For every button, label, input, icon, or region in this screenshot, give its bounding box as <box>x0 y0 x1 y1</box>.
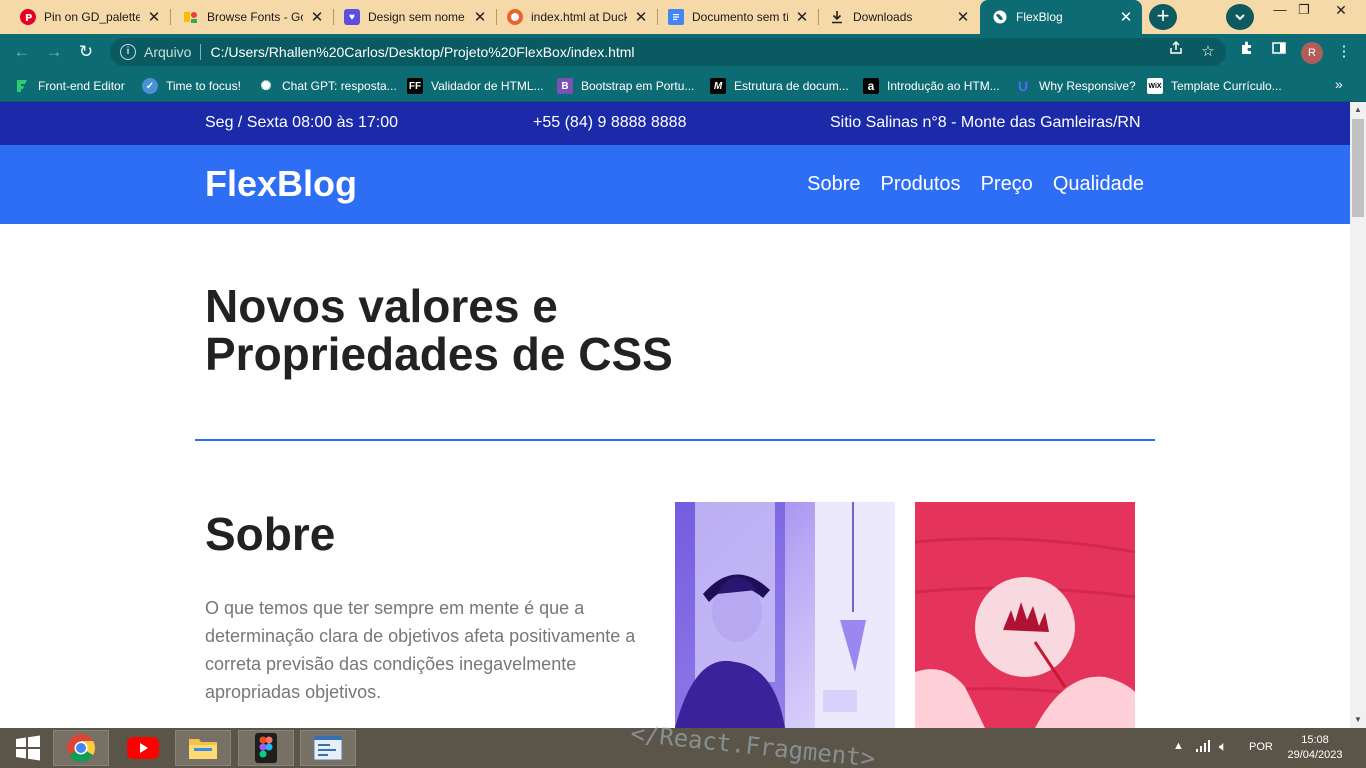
close-icon[interactable]: ✕ <box>309 8 325 26</box>
tab-google-fonts[interactable]: Browse Fonts - Go ✕ <box>171 0 333 34</box>
tab-downloads[interactable]: Downloads ✕ <box>819 0 979 34</box>
info-icon[interactable]: i <box>120 44 136 60</box>
start-button[interactable] <box>0 730 56 766</box>
browser-toolbar: ← → ↻ i Arquivo C:/Users/Rhallen%20Carlo… <box>0 34 1366 70</box>
tab-github[interactable]: index.html at Duck ✕ <box>497 0 657 34</box>
site-logo[interactable]: FlexBlog <box>205 163 357 205</box>
scroll-thumb[interactable] <box>1352 119 1364 217</box>
pinterest-icon: P <box>20 9 36 25</box>
file-explorer-icon[interactable] <box>175 730 231 766</box>
bookmark-why-responsive[interactable]: U Why Responsive? <box>1015 76 1136 96</box>
code-editor-icon[interactable] <box>300 730 356 766</box>
nav-link-sobre[interactable]: Sobre <box>807 173 860 196</box>
bookmark-time-to-focus[interactable]: ✓ Time to focus! <box>142 76 241 96</box>
canva-heart-icon: ♥ <box>344 9 360 25</box>
bootstrap-icon: B <box>557 78 573 94</box>
extensions-icon[interactable] <box>1235 40 1259 64</box>
u-icon: U <box>1017 78 1029 94</box>
tab-search-button[interactable] <box>1226 4 1254 30</box>
youtube-icon[interactable] <box>115 730 171 766</box>
address-text: Sitio Salinas n°8 - Monte das Gamleiras/… <box>830 114 1141 131</box>
close-icon[interactable]: ✕ <box>1118 8 1134 26</box>
close-icon[interactable]: ✕ <box>472 8 488 26</box>
top-info-bar: Seg / Sexta 08:00 às 17:00 +55 (84) 9 88… <box>0 102 1350 145</box>
menu-kebab-icon[interactable]: ⋮ <box>1332 40 1356 64</box>
mdn-icon: M <box>710 78 726 94</box>
bookmark-estrutura-documento[interactable]: M Estrutura de docum... <box>710 76 849 96</box>
close-window-button[interactable]: ✕ <box>1326 0 1356 34</box>
google-docs-icon <box>668 9 684 25</box>
chrome-icon[interactable] <box>53 730 109 766</box>
address-url[interactable]: C:/Users/Rhallen%20Carlos/Desktop/Projet… <box>210 44 634 60</box>
main-nav: Sobre Produtos Preço Qualidade <box>807 173 1144 196</box>
bookmark-front-end-editor[interactable]: Front-end Editor <box>14 76 125 96</box>
google-fonts-icon <box>183 9 199 25</box>
ff-icon: FF <box>407 78 423 94</box>
share-icon[interactable] <box>1164 40 1188 64</box>
close-icon[interactable]: ✕ <box>633 8 649 26</box>
bookmark-template-curriculo[interactable]: WiX Template Currículo... <box>1147 76 1282 96</box>
photo-hand-painting-plate <box>915 502 1135 728</box>
wix-icon: WiX <box>1147 78 1163 94</box>
download-icon <box>829 9 845 25</box>
reload-icon[interactable]: ↻ <box>74 40 98 64</box>
business-hours: Seg / Sexta 08:00 às 17:00 <box>205 114 399 131</box>
section-divider <box>195 439 1155 441</box>
bookmark-chat-gpt[interactable]: ✺ Chat GPT: resposta... <box>258 76 397 96</box>
bookmarks-bar: Front-end Editor ✓ Time to focus! ✺ Chat G… <box>0 70 1366 102</box>
page-scrollbar[interactable]: ▲ ▼ <box>1350 102 1366 728</box>
about-title: Sobre <box>205 508 336 560</box>
scroll-up-arrow-icon[interactable]: ▲ <box>1350 102 1366 118</box>
close-icon[interactable]: ✕ <box>794 8 810 26</box>
github-icon <box>507 9 523 25</box>
tab-strip: P Pin on GD_palette ✕ Browse Fonts - Go … <box>0 0 1366 34</box>
address-bar[interactable]: i Arquivo C:/Users/Rhallen%20Carlos/Desk… <box>110 38 1226 66</box>
tray-overflow-icon[interactable]: ▲ <box>1173 740 1184 752</box>
nav-link-preco[interactable]: Preço <box>981 173 1033 196</box>
check-circle-icon: ✓ <box>142 78 158 94</box>
nav-link-produtos[interactable]: Produtos <box>881 173 961 196</box>
windows-taskbar: </React.Fragment> ▲ 🔈︎ POR 15:08 29/04/2… <box>0 719 1366 768</box>
restore-button[interactable]: ❐ <box>1289 0 1319 34</box>
page-viewport: Seg / Sexta 08:00 às 17:00 +55 (84) 9 88… <box>0 102 1350 728</box>
tab-flexblog[interactable]: FlexBlog ✕ <box>980 0 1142 34</box>
about-text: O que temos que ter sempre em mente é qu… <box>205 598 636 702</box>
hero-title: Novos valores e Propriedades de CSS <box>205 280 673 380</box>
star-icon[interactable]: ☆ <box>1196 40 1220 64</box>
tab-pinterest[interactable]: P Pin on GD_palette ✕ <box>0 0 170 34</box>
tab-canva[interactable]: ♥ Design sem nome ✕ <box>334 0 496 34</box>
volume-icon[interactable]: 🔈︎ <box>1219 738 1227 755</box>
phone-number: +55 (84) 9 8888 8888 <box>533 114 687 131</box>
network-icon[interactable] <box>1195 740 1211 755</box>
language-indicator[interactable]: POR <box>1249 741 1273 753</box>
alura-icon: a <box>863 78 879 94</box>
site-header: FlexBlog Sobre Produtos Preço Qualidade <box>0 145 1350 224</box>
photo-woman-with-hat <box>675 502 895 728</box>
chatgpt-icon: ✺ <box>260 78 272 93</box>
address-scheme: Arquivo <box>144 44 192 60</box>
back-arrow-icon[interactable]: ← <box>10 40 34 64</box>
close-icon[interactable]: ✕ <box>146 8 162 26</box>
bookmark-validador-html[interactable]: FF Validador de HTML... <box>407 76 544 96</box>
svg-text:P: P <box>25 13 32 22</box>
clock-date: 29/04/2023 <box>1287 749 1343 761</box>
bookmarks-overflow-button[interactable]: » <box>1335 76 1343 92</box>
clock-time: 15:08 <box>1301 734 1329 746</box>
figma-icon[interactable] <box>238 730 294 766</box>
scroll-down-arrow-icon[interactable]: ▼ <box>1350 712 1366 728</box>
frontend-editor-icon <box>14 78 30 94</box>
bookmark-introducao-html[interactable]: a Introdução ao HTM... <box>863 76 1000 96</box>
close-icon[interactable]: ✕ <box>955 8 971 26</box>
tab-google-docs[interactable]: Documento sem tí ✕ <box>658 0 818 34</box>
bookmark-bootstrap[interactable]: B Bootstrap em Portu... <box>557 76 694 96</box>
side-panel-icon[interactable] <box>1267 40 1291 64</box>
globe-icon <box>992 9 1008 25</box>
new-tab-button[interactable]: + <box>1149 4 1177 30</box>
profile-avatar[interactable]: R <box>1301 42 1323 64</box>
system-clock[interactable]: 15:08 29/04/2023 <box>1285 733 1345 763</box>
forward-arrow-icon[interactable]: → <box>42 40 66 64</box>
nav-link-qualidade[interactable]: Qualidade <box>1053 173 1144 196</box>
